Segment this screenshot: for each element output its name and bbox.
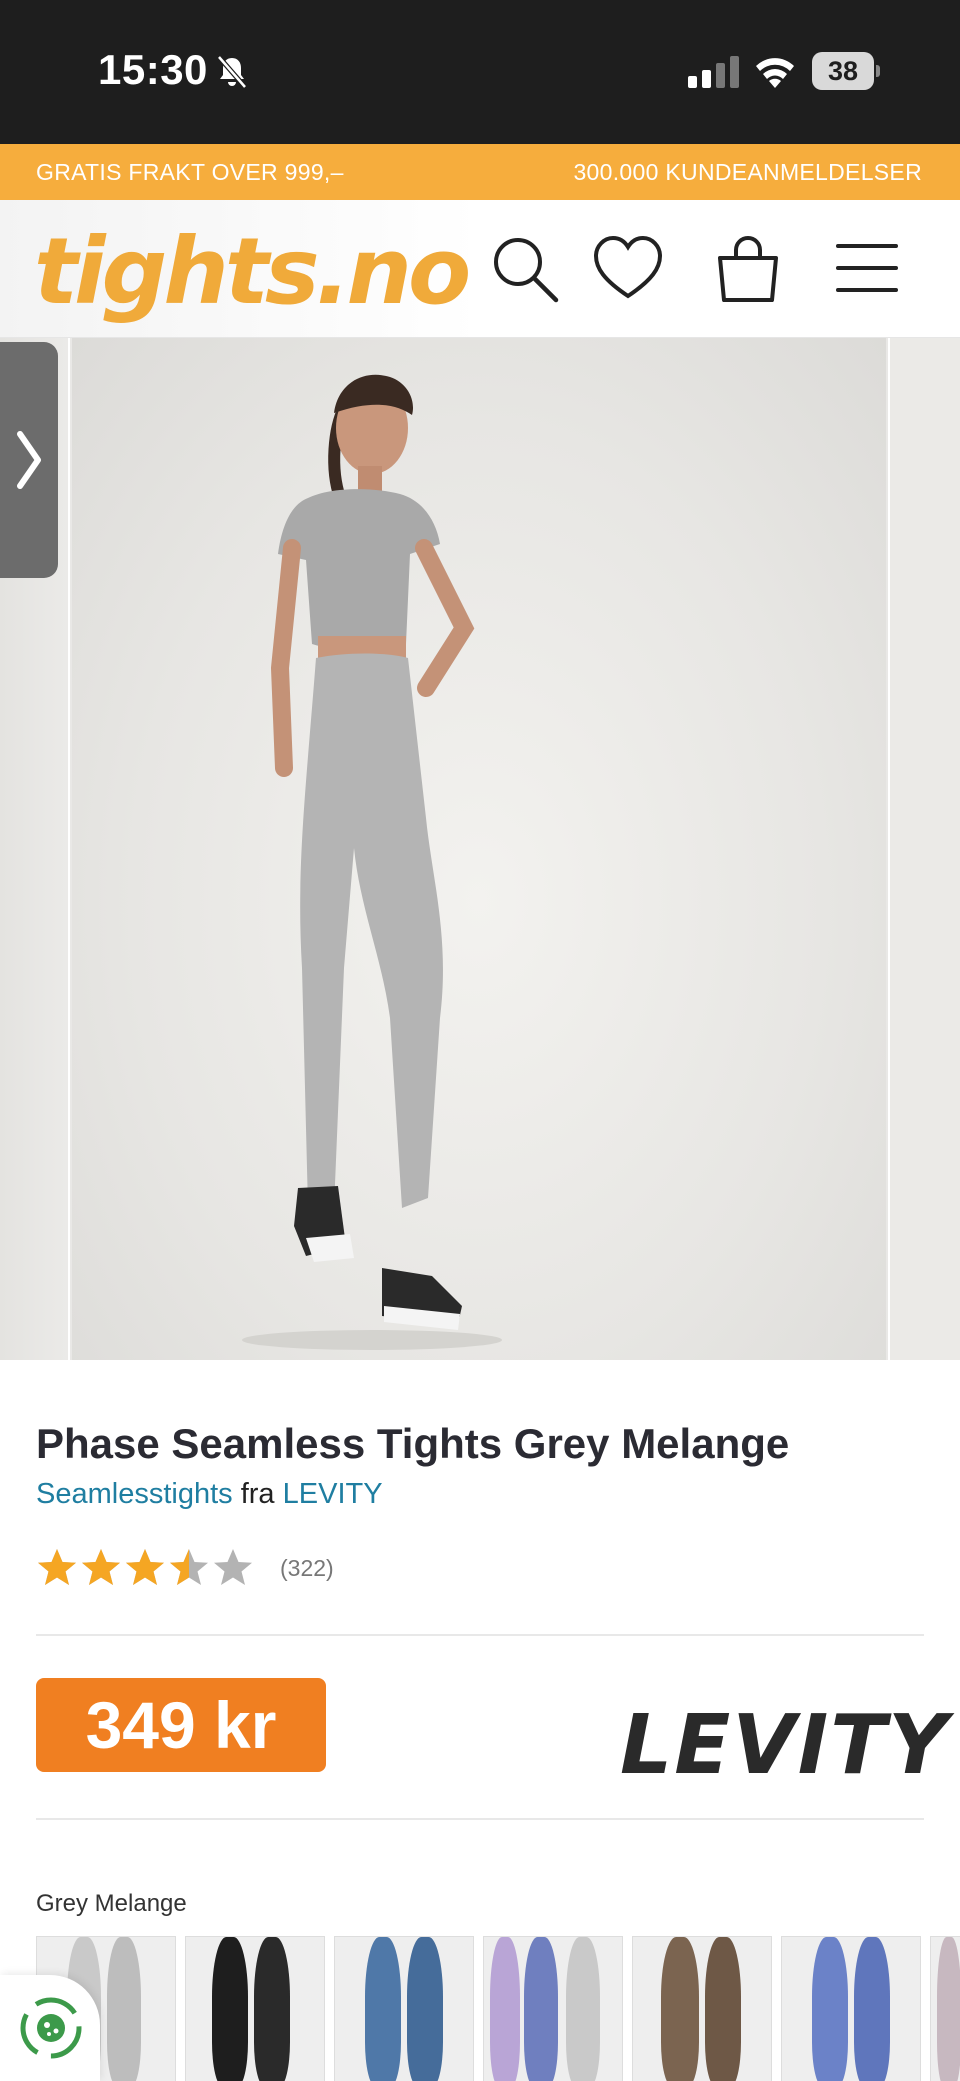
- site-header: tights.no: [0, 200, 960, 338]
- search-icon[interactable]: [486, 230, 562, 306]
- bell-muted-icon: [217, 55, 247, 89]
- review-count[interactable]: (322): [280, 1555, 334, 1582]
- cellular-signal-icon: [688, 56, 739, 88]
- heart-icon[interactable]: [590, 230, 666, 306]
- model-illustration: [242, 374, 502, 1350]
- color-swatch-blue[interactable]: [334, 1936, 474, 2081]
- brand-link[interactable]: LEVITY: [283, 1478, 383, 1510]
- divider: [36, 1634, 924, 1636]
- gallery-toggle-tab[interactable]: [0, 342, 58, 578]
- product-title: Phase Seamless Tights Grey Melange: [36, 1420, 790, 1467]
- recycle-globe-icon: [20, 1997, 82, 2059]
- color-swatch-brown[interactable]: [632, 1936, 772, 2081]
- star-icon: [170, 1549, 208, 1585]
- chevron-right-icon: [17, 431, 41, 489]
- product-image[interactable]: [72, 338, 886, 1360]
- wifi-icon: [756, 58, 794, 88]
- star-icon: [38, 1549, 76, 1585]
- product-rating[interactable]: (322): [36, 1545, 334, 1591]
- eco-badge[interactable]: [0, 1975, 100, 2081]
- promo-bar: GRATIS FRAKT OVER 999,– 300.000 KUNDEANM…: [0, 144, 960, 200]
- status-bar: 15:30 38: [0, 0, 960, 144]
- star-icon: [82, 1549, 120, 1585]
- star-rating: [36, 1547, 254, 1589]
- product-subtitle: Seamlesstights fra LEVITY: [36, 1478, 383, 1511]
- gallery-slide-next[interactable]: [888, 338, 960, 1360]
- selected-color-label: Grey Melange: [36, 1890, 187, 1917]
- brand-logo[interactable]: LEVITY: [620, 1698, 950, 1793]
- from-word: fra: [240, 1478, 275, 1510]
- battery-level: 38: [812, 52, 874, 90]
- free-shipping-text: GRATIS FRAKT OVER 999,–: [36, 159, 344, 185]
- star-icon: [214, 1549, 252, 1585]
- menu-icon[interactable]: [830, 230, 906, 306]
- color-swatch-black[interactable]: [185, 1936, 325, 2081]
- reviews-count-text: 300.000 KUNDEANMELDELSER: [573, 159, 922, 185]
- color-swatch-lilac[interactable]: [483, 1936, 623, 2081]
- color-swatch-periwinkle[interactable]: [781, 1936, 921, 2081]
- color-swatch-more[interactable]: [930, 1936, 960, 2081]
- site-logo[interactable]: tights.no: [34, 218, 471, 325]
- status-time: 15:30: [98, 46, 208, 93]
- divider: [36, 1818, 924, 1820]
- shopping-bag-icon[interactable]: [710, 230, 786, 306]
- category-link[interactable]: Seamlesstights: [36, 1478, 233, 1510]
- star-icon: [126, 1549, 164, 1585]
- battery-icon: 38: [812, 52, 880, 90]
- color-swatch-list: [36, 1936, 960, 2081]
- price-badge: 349 kr: [36, 1678, 326, 1772]
- product-image-gallery[interactable]: [0, 338, 960, 1360]
